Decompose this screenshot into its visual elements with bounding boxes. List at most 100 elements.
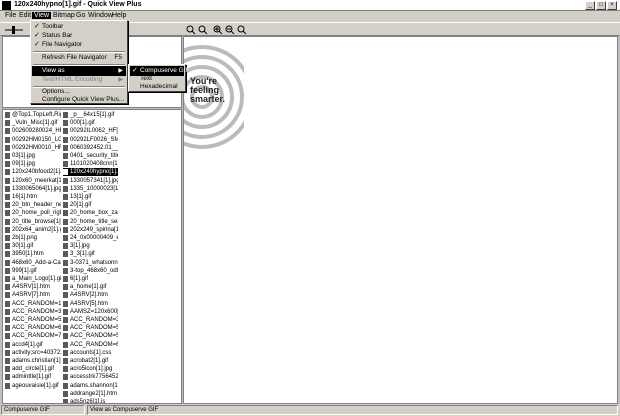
- file-item[interactable]: 20_home_box_zagat: [63, 209, 118, 217]
- file-item[interactable]: acro5icon[1].jpg: [63, 365, 118, 373]
- file-item[interactable]: 3950[1].htm: [5, 250, 61, 258]
- file-item[interactable]: adminttle[1].gif: [5, 373, 61, 381]
- file-item[interactable]: ACC_RANDOM=3963292[2]: [5, 308, 61, 316]
- file-item[interactable]: ageouvaisie[1].gif: [5, 382, 61, 390]
- file-item[interactable]: 20_title_browse[1].gif: [5, 218, 61, 226]
- view-menu-configure[interactable]: Configure Quick View Plus...: [32, 95, 126, 105]
- view-menu-refresh[interactable]: Refresh File Navigator F5: [32, 53, 126, 63]
- file-item[interactable]: ACC_RANDOM=63I: [63, 341, 118, 349]
- file-item[interactable]: 3-0371_whatsonname[1].gif: [63, 259, 118, 267]
- file-item[interactable]: accd4[1].gif: [5, 341, 61, 349]
- file-item[interactable]: 00292IL0062_HF[1].: [63, 127, 118, 135]
- file-item[interactable]: 002609280024_HF[1].: [5, 127, 61, 135]
- menu-view[interactable]: View: [32, 12, 52, 19]
- file-item[interactable]: 20[1].gif: [63, 201, 118, 209]
- file-list[interactable]: @Top1,TopLeft,Right3,x08Right3[1]_Vuln_M…: [2, 109, 182, 404]
- preview-text: You're feeling smarter.: [184, 77, 244, 104]
- file-item[interactable]: AAMSZ=120x600[1].: [63, 308, 118, 316]
- file-item[interactable]: 16[1].htm: [5, 193, 61, 201]
- file-item[interactable]: addrange2[1].htm: [63, 390, 118, 398]
- preview-pane: You're feeling smarter.: [150, 36, 618, 404]
- file-item[interactable]: 468x60_Add-a-Cat[1].gif: [5, 259, 61, 267]
- menu-file[interactable]: File: [3, 12, 18, 19]
- file-item[interactable]: 1335_10000023[1].gif: [63, 185, 118, 193]
- file-item[interactable]: _Vuln_Misc[1].gif: [5, 119, 61, 127]
- view-as-hexadecimal[interactable]: Hexadecimal: [130, 82, 184, 92]
- file-navigator-check-icon: ✓: [34, 41, 40, 48]
- file-item[interactable]: 000[1].gif: [63, 119, 118, 127]
- file-item[interactable]: ACC_RANDOM=6315321[1]: [5, 324, 61, 332]
- file-item[interactable]: adams.shannon[1].jp: [63, 382, 118, 390]
- menu-help[interactable]: Help: [110, 12, 128, 19]
- file-item[interactable]: 1101020408cnn[1].gif: [63, 160, 118, 168]
- file-item[interactable]: add_circle[1].gif: [5, 365, 61, 373]
- file-item[interactable]: 13[1].gif: [63, 193, 118, 201]
- zoom-out-icon[interactable]: [225, 25, 235, 35]
- file-item[interactable]: accounts[1].css: [63, 349, 118, 357]
- file-item[interactable]: 2b[1].png: [5, 234, 61, 242]
- title-bar: 120x240hypno[1].gif - Quick View Plus _ …: [0, 0, 620, 11]
- file-item[interactable]: ACC_RANDOM=5683241[1]: [5, 316, 61, 324]
- file-item[interactable]: A4SRV[5].htm: [63, 300, 118, 308]
- submenu-arrow-icon: ▶: [118, 77, 123, 83]
- slider-icon[interactable]: [4, 25, 24, 35]
- file-item[interactable]: 20_btn_header_newcomers[1].gif: [5, 201, 61, 209]
- file-item[interactable]: _p__64x15[1].gif: [63, 111, 118, 119]
- zoom-in-icon[interactable]: [213, 25, 223, 35]
- file-item[interactable]: accesstrk7756452: [63, 373, 118, 381]
- file-item[interactable]: 1330065064[1].jpg: [5, 185, 61, 193]
- file-item[interactable]: 30[1].gif: [5, 242, 61, 250]
- file-item[interactable]: ACC_RANDOM=52C: [63, 324, 118, 332]
- file-item[interactable]: 20_home_title_searc: [63, 218, 118, 226]
- menu-edit[interactable]: Edit: [17, 12, 33, 19]
- maximize-button[interactable]: □: [596, 1, 606, 10]
- file-item[interactable]: ACC_RANDOM=56E: [63, 332, 118, 340]
- file-item[interactable]: a_Main_Logo[1].gif: [5, 275, 61, 283]
- zoom-fit-icon[interactable]: [237, 25, 247, 35]
- file-item[interactable]: A4SRV[2].htm: [63, 291, 118, 299]
- minimize-button[interactable]: _: [585, 1, 595, 10]
- file-item[interactable]: ACC_RANDOM=1899347[1]: [5, 300, 61, 308]
- file-item[interactable]: 20_home_poll_right[1].gif: [5, 209, 61, 217]
- file-item[interactable]: acrobat2[1].gif: [63, 357, 118, 365]
- file-item[interactable]: A4SRV[1].htm: [5, 283, 61, 291]
- file-item[interactable]: 3-top_468x60_odlogo[1].gif: [63, 267, 118, 275]
- file-item[interactable]: 6[1].gif: [63, 275, 118, 283]
- preview-line-3: smarter.: [190, 94, 226, 104]
- file-item[interactable]: adams.christian[1].jpg: [5, 357, 61, 365]
- file-item[interactable]: ACC_RANDOM=39E: [63, 316, 118, 324]
- file-item[interactable]: 120x60_meerkat[1].gif: [5, 177, 61, 185]
- file-item[interactable]: 120x240bfood2[1].gif: [5, 168, 61, 176]
- view-menu-text-html-encoding: Text/HTML Encoding ▶: [42, 76, 123, 83]
- file-item[interactable]: 3[1].jpg: [63, 242, 118, 250]
- file-item[interactable]: 0060392452.01__P: [63, 144, 118, 152]
- file-item[interactable]: 00292HM0150_LG[1]: [5, 136, 61, 144]
- status-bar: Compuserve GIF View as Compuserve GIF: [0, 404, 620, 416]
- file-item[interactable]: ACC_RANDOM=73300[1]: [5, 332, 61, 340]
- file-item[interactable]: a_home[1].gif: [63, 283, 118, 291]
- file-item[interactable]: 202x64_anim2[1].gif: [5, 226, 61, 234]
- menu-bitmap[interactable]: Bitmap: [51, 12, 77, 19]
- file-item[interactable]: 202x249_spirina[1].gif: [63, 226, 118, 234]
- status-view-as: View as Compuserve GIF: [87, 405, 618, 415]
- file-item[interactable]: 24_0x00000409_exits[1].htm: [63, 234, 118, 242]
- file-item[interactable]: 120x240hypno[1].gif: [63, 168, 118, 177]
- view-as-submenu: ✓ Compuserve GIF Text Hexadecimal: [128, 64, 190, 92]
- file-item[interactable]: 3_3[1].gif: [63, 250, 118, 258]
- file-item[interactable]: 1330057341[1].jpg: [63, 177, 118, 185]
- file-item[interactable]: 999[1].gif: [5, 267, 61, 275]
- file-item[interactable]: A4SRV[7].htm: [5, 291, 61, 299]
- file-item[interactable]: activity;src=403722;type=visitors;cat=cr…: [5, 349, 61, 357]
- status-file-type: Compuserve GIF: [1, 405, 85, 415]
- file-item[interactable]: 00292LF0026_SM[1]: [63, 136, 118, 144]
- file-item[interactable]: @Top1,TopLeft,Right3,x08Right3[1]: [5, 111, 61, 119]
- file-item[interactable]: 00292HM0010_HF[1]: [5, 144, 61, 152]
- file-item[interactable]: 0401_security_title[1].gif: [63, 152, 118, 160]
- find-next-icon[interactable]: [198, 25, 208, 35]
- app-icon: [2, 1, 11, 10]
- view-menu-file-navigator[interactable]: ✓ File Navigator: [32, 40, 126, 50]
- find-icon[interactable]: [186, 25, 196, 35]
- file-item[interactable]: 03[1].jpg: [5, 152, 61, 160]
- close-button[interactable]: ×: [607, 1, 617, 10]
- file-item[interactable]: 09[1].jpg: [5, 160, 61, 168]
